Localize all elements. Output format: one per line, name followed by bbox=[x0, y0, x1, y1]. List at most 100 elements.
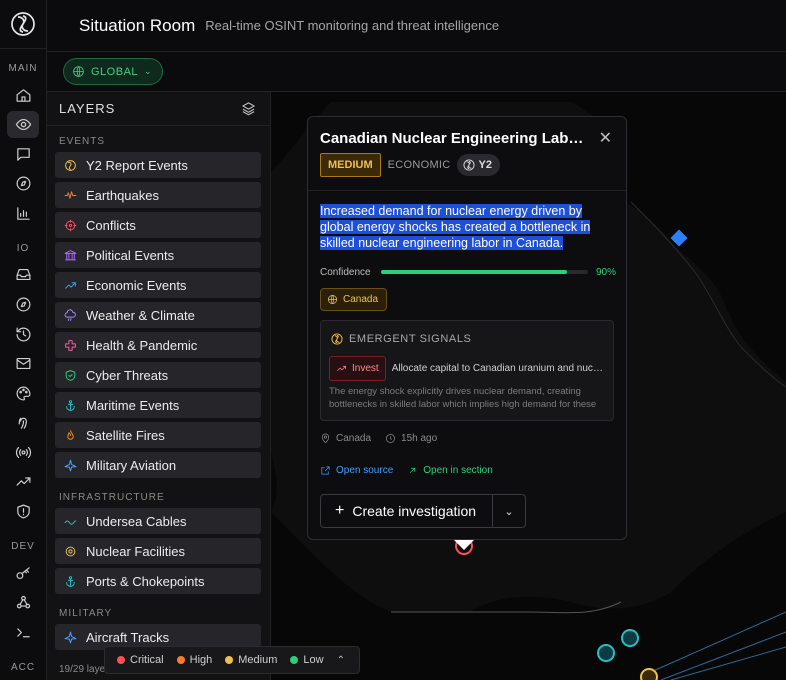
history-icon[interactable] bbox=[7, 320, 39, 348]
signal-text: Allocate capital to Canadian uranium and… bbox=[391, 363, 605, 374]
port-marker[interactable] bbox=[621, 629, 639, 647]
explore-icon[interactable] bbox=[7, 291, 39, 319]
legend-label: Low bbox=[303, 654, 324, 666]
rail-section-acc: ACC bbox=[10, 662, 36, 674]
layer-label: Ports & Chokepoints bbox=[86, 573, 205, 589]
app-logo[interactable] bbox=[0, 0, 47, 50]
country-tag[interactable]: Canada bbox=[320, 288, 388, 311]
infra-layer-icon bbox=[63, 544, 77, 558]
layer-item-political-events[interactable]: Political Events bbox=[55, 242, 261, 268]
location-meta: Canada bbox=[320, 433, 371, 444]
event-layer-icon bbox=[63, 428, 77, 442]
signals-title: EMERGENT SIGNALS bbox=[349, 333, 472, 345]
layer-item-weather-climate[interactable]: Weather & Climate bbox=[55, 302, 261, 328]
chevron-up-icon[interactable]: ⌃ bbox=[337, 655, 345, 666]
create-investigation-label: Create investigation bbox=[352, 503, 477, 519]
layers-stack-icon[interactable] bbox=[241, 101, 256, 116]
signal-row[interactable]: Invest Allocate capital to Canadian uran… bbox=[329, 356, 605, 381]
event-layer-icon bbox=[63, 218, 77, 232]
category-tag: ECONOMIC bbox=[387, 159, 451, 171]
create-options-dropdown[interactable]: ⌄ bbox=[493, 495, 525, 527]
open-in-section-label: Open in section bbox=[423, 465, 493, 476]
terminal-icon[interactable] bbox=[7, 619, 39, 647]
event-layer-icon bbox=[63, 308, 77, 322]
layers-section-infrastructure: INFRASTRUCTURE bbox=[59, 492, 165, 503]
app-header: Situation Room Real-time OSINT monitorin… bbox=[47, 0, 786, 52]
legend-label: High bbox=[189, 654, 213, 666]
location-label: Canada bbox=[336, 433, 372, 444]
event-summary-text: Increased demand for nuclear energy driv… bbox=[320, 204, 591, 250]
open-source-link[interactable]: Open source bbox=[320, 465, 393, 476]
region-selector[interactable]: GLOBAL ⌄ bbox=[63, 58, 164, 85]
pin-icon bbox=[321, 433, 330, 444]
event-summary[interactable]: Increased demand for nuclear energy driv… bbox=[320, 203, 616, 251]
event-layer-icon bbox=[63, 158, 77, 172]
signal-description: The energy shock explicitly drives nucle… bbox=[329, 386, 597, 410]
layers-panel: LAYERS EVENTS Y2 Report Events Earthquake… bbox=[47, 92, 271, 680]
layer-item-undersea-cables[interactable]: Undersea Cables bbox=[55, 508, 261, 534]
key-icon[interactable] bbox=[7, 559, 39, 587]
event-layer-icon bbox=[63, 458, 77, 472]
legend-dot bbox=[225, 656, 234, 664]
confidence-row: Confidence 90% bbox=[320, 265, 616, 279]
shield-icon[interactable] bbox=[7, 498, 39, 526]
emergent-signals-card: EMERGENT SIGNALS Invest Allocate capital… bbox=[320, 320, 614, 421]
source-tag: Y2 bbox=[456, 154, 500, 176]
layer-item-health-pandemic[interactable]: Health & Pandemic bbox=[55, 332, 261, 358]
home-icon[interactable] bbox=[7, 81, 39, 109]
broadcast-icon[interactable] bbox=[7, 439, 39, 467]
event-layer-icon bbox=[63, 368, 77, 382]
legend-item-critical: Critical bbox=[117, 654, 164, 666]
confidence-label: Confidence bbox=[320, 266, 371, 278]
globe-icon bbox=[328, 295, 337, 304]
layer-item-economic-events[interactable]: Economic Events bbox=[55, 272, 261, 298]
chart-icon[interactable] bbox=[7, 200, 39, 228]
layer-label: Cyber Threats bbox=[86, 367, 169, 383]
legend-items: Critical High Medium Low bbox=[117, 654, 337, 666]
inbox-icon[interactable] bbox=[7, 261, 39, 289]
legend-item-high: High bbox=[176, 654, 213, 666]
webhook-icon[interactable] bbox=[7, 589, 39, 617]
globe-icon bbox=[73, 66, 84, 77]
legend-label: Critical bbox=[130, 654, 164, 666]
event-layer-icon bbox=[63, 248, 77, 262]
page-title: Situation Room bbox=[79, 15, 196, 35]
close-icon[interactable]: ✕ bbox=[599, 128, 612, 148]
layers-title: LAYERS bbox=[59, 101, 116, 116]
mail-icon[interactable] bbox=[7, 350, 39, 378]
trend-icon[interactable] bbox=[7, 468, 39, 496]
layers-section-military: MILITARY bbox=[59, 608, 113, 619]
chevron-down-icon: ⌄ bbox=[144, 66, 153, 76]
event-popup: Canadian Nuclear Engineering Labor Short… bbox=[307, 116, 627, 540]
layer-label: Political Events bbox=[86, 247, 175, 263]
port-marker[interactable] bbox=[597, 644, 615, 662]
layer-item-satellite-fires[interactable]: Satellite Fires bbox=[55, 422, 261, 448]
nuclear-marker[interactable] bbox=[640, 668, 658, 680]
chat-icon[interactable] bbox=[7, 140, 39, 168]
fingerprint-icon[interactable] bbox=[7, 409, 39, 437]
open-in-section-link[interactable]: Open in section bbox=[407, 465, 493, 476]
palette-icon[interactable] bbox=[7, 379, 39, 407]
layer-item-ports-chokepoints[interactable]: Ports & Chokepoints bbox=[55, 568, 261, 594]
layer-item-nuclear-facilities[interactable]: Nuclear Facilities bbox=[55, 538, 261, 564]
legend-item-low: Low bbox=[290, 654, 324, 666]
layer-item-maritime-events[interactable]: Maritime Events bbox=[55, 392, 261, 418]
create-investigation-button[interactable]: + Create investigation bbox=[321, 495, 493, 527]
event-layer-icon bbox=[63, 188, 77, 202]
compass-icon[interactable] bbox=[7, 170, 39, 198]
invest-label: Invest bbox=[352, 363, 379, 374]
event-layer-icon bbox=[63, 398, 77, 412]
eye-icon[interactable] bbox=[7, 110, 39, 139]
legend-label: Medium bbox=[238, 654, 278, 666]
layer-item-y2-report-events[interactable]: Y2 Report Events bbox=[55, 152, 261, 178]
event-tags: MEDIUM ECONOMIC Y2 bbox=[320, 153, 500, 177]
layer-item-conflicts[interactable]: Conflicts bbox=[55, 212, 261, 238]
military-layer-icon bbox=[63, 630, 77, 644]
open-source-label: Open source bbox=[336, 465, 394, 476]
layer-label: Nuclear Facilities bbox=[86, 543, 185, 559]
event-meta: Canada 15h ago bbox=[320, 433, 451, 444]
layer-item-earthquakes[interactable]: Earthquakes bbox=[55, 182, 261, 208]
layer-item-military-aviation[interactable]: Military Aviation bbox=[55, 452, 261, 478]
layer-item-cyber-threats[interactable]: Cyber Threats bbox=[55, 362, 261, 388]
trend-up-icon bbox=[337, 365, 346, 372]
